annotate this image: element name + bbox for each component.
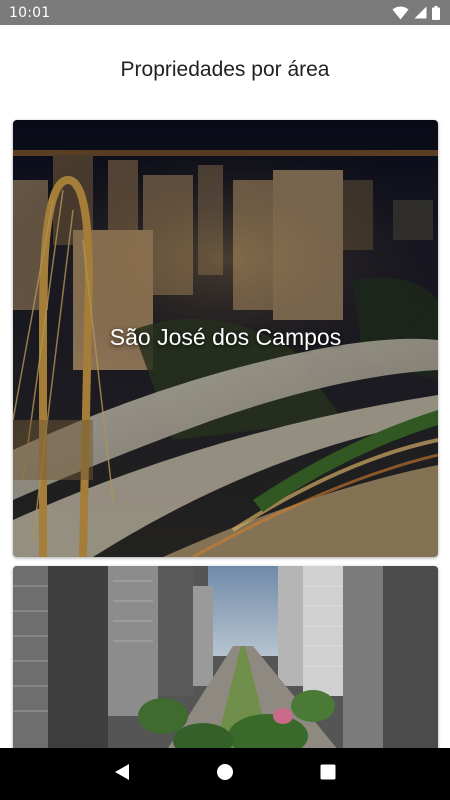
area-card[interactable]: São José dos Campos bbox=[13, 120, 438, 557]
back-button[interactable] bbox=[102, 754, 142, 794]
wifi-icon bbox=[392, 6, 409, 20]
status-time: 10:01 bbox=[9, 4, 51, 21]
recents-icon bbox=[320, 764, 336, 785]
area-name: São José dos Campos bbox=[109, 324, 342, 350]
area-card[interactable] bbox=[13, 566, 438, 756]
recents-button[interactable] bbox=[308, 754, 348, 794]
home-icon bbox=[216, 763, 234, 786]
page-title: Propriedades por área bbox=[120, 58, 330, 81]
city-avenue-photo bbox=[13, 566, 438, 756]
back-icon bbox=[114, 763, 130, 786]
status-bar: 10:01 bbox=[0, 0, 450, 25]
battery-icon bbox=[432, 5, 440, 20]
status-icons bbox=[392, 5, 440, 20]
cellular-signal-icon bbox=[414, 6, 427, 19]
navigation-bar bbox=[0, 748, 450, 800]
home-button[interactable] bbox=[205, 754, 245, 794]
